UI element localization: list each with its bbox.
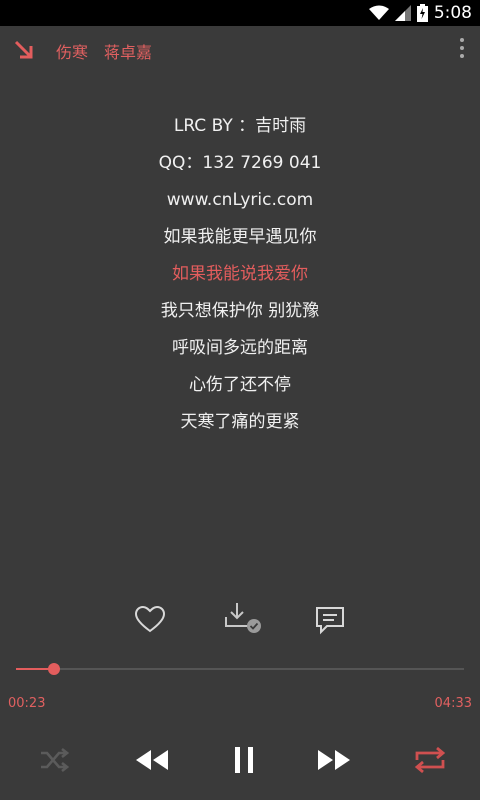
more-menu-button[interactable] — [458, 38, 466, 62]
more-vert-icon — [460, 38, 464, 42]
comment-button[interactable] — [310, 600, 350, 640]
pause-button[interactable] — [222, 738, 266, 782]
minimize-button[interactable] — [12, 38, 36, 62]
shuffle-button[interactable] — [32, 738, 76, 782]
lyric-line: 呼吸间多远的距离 — [172, 338, 308, 358]
artist-name[interactable]: 蒋卓嘉 — [104, 39, 152, 63]
favorite-button[interactable] — [130, 600, 170, 640]
lyric-line: LRC BY ：吉时雨 — [173, 116, 307, 136]
seek-bar[interactable] — [16, 663, 464, 675]
wifi-icon — [368, 5, 389, 20]
comment-icon — [316, 607, 344, 635]
rewind-icon — [136, 750, 168, 770]
previous-button[interactable] — [130, 738, 174, 782]
pause-icon — [235, 747, 253, 773]
song-title: 伤寒 — [56, 43, 89, 62]
next-button[interactable] — [312, 738, 356, 782]
lyric-line: 我只想保护你 别犹豫 — [160, 301, 320, 321]
battery-icon — [416, 4, 428, 22]
lyric-line: www.cnLyric.com — [166, 190, 314, 210]
download-button[interactable] — [220, 600, 261, 640]
action-bar — [0, 600, 480, 640]
seek-bar-thumb[interactable] — [48, 663, 60, 675]
playback-controls — [0, 738, 480, 782]
lyric-line: 如果我能更早遇见你 — [163, 227, 317, 247]
heart-icon — [134, 605, 166, 633]
total-time: 04:33 — [434, 696, 472, 711]
shuffle-icon — [41, 747, 69, 773]
repeat-button[interactable] — [408, 738, 452, 782]
status-icons: 5:08 — [368, 3, 472, 23]
lyric-line: QQ：132 7269 041 — [158, 153, 322, 173]
player-header: 伤寒 蒋卓嘉 — [0, 26, 480, 72]
current-time: 00:23 — [8, 696, 46, 711]
arrow-down-right-icon — [14, 40, 33, 59]
signal-icon — [394, 5, 411, 21]
lyric-line-active: 如果我能说我爱你 — [172, 264, 308, 284]
lyric-line: 天寒了痛的更紧 — [180, 412, 300, 432]
repeat-icon — [414, 747, 446, 773]
status-bar: 5:08 — [0, 0, 480, 26]
status-time: 5:08 — [433, 3, 472, 23]
lyrics-panel[interactable]: LRC BY ：吉时雨 QQ：132 7269 041 www.cnLyric.… — [0, 114, 480, 447]
download-icon — [225, 603, 261, 633]
fast-forward-icon — [318, 750, 350, 770]
lyric-line: 心伤了还不停 — [189, 375, 291, 395]
